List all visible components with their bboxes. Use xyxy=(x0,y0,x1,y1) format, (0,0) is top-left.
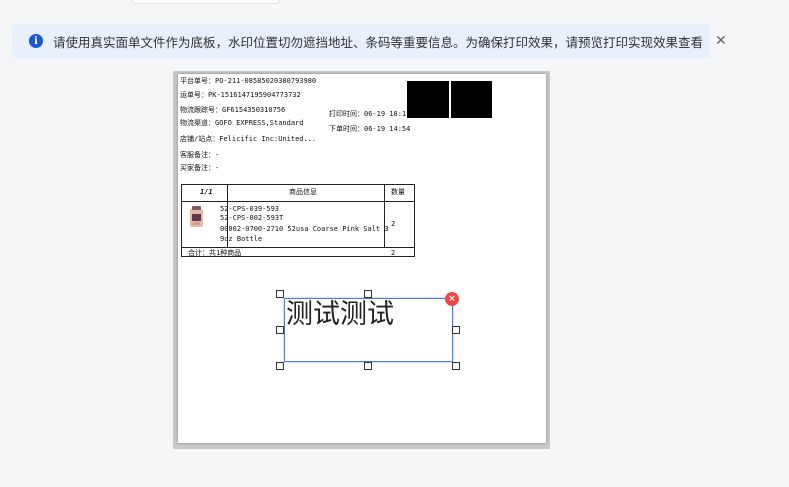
product-sku-2: 52-CPS-002-593T xyxy=(220,214,284,222)
product-image xyxy=(190,206,203,227)
product-qty: 2 xyxy=(391,220,396,228)
shipping-label-paper[interactable]: 平台单号：PO-211-08585020380793980 运单号：PK-151… xyxy=(178,74,546,443)
table-page: 1/1 xyxy=(200,188,213,196)
tracking-no: 物流跟踪号：GF6154350310756 xyxy=(180,106,286,114)
table-total-qty: 2 xyxy=(391,249,396,257)
watermark-text[interactable]: 测试测试 xyxy=(286,299,394,330)
notice-banner: i 请使用真实面单文件作为底板，水印位置切勿遮挡地址、条码等重要信息。为确保打印… xyxy=(12,24,727,58)
table-col-qty: 数量 xyxy=(391,188,405,196)
barcode xyxy=(407,81,492,118)
shop-site: 店铺/站点：Felicific Inc:United... xyxy=(180,135,317,143)
notice-text: 请使用真实面单文件作为底板，水印位置切勿遮挡地址、条码等重要信息。为确保打印效果… xyxy=(53,34,704,50)
resize-handle-right[interactable] xyxy=(452,326,460,334)
goods-table: 1/1 商品信息 数量 52-CPS-039-593 52-CPS-002-59… xyxy=(181,184,415,257)
resize-handle-bottom-right[interactable] xyxy=(452,362,460,370)
product-sku-1: 52-CPS-039-593 xyxy=(220,205,280,213)
delete-watermark-button[interactable]: × xyxy=(445,292,459,306)
order-time: 下单时间：06-19 14:54 xyxy=(329,125,411,133)
product-desc-2: 9oz Bottle xyxy=(220,235,263,243)
resize-handle-top-left[interactable] xyxy=(276,290,284,298)
table-col-product: 商品信息 xyxy=(289,188,317,196)
info-icon: i xyxy=(29,34,43,48)
close-icon[interactable]: ✕ xyxy=(715,34,727,48)
resize-handle-top[interactable] xyxy=(364,290,372,298)
buyer-note: 买家备注：- xyxy=(180,164,220,172)
resize-handle-bottom-left[interactable] xyxy=(276,362,284,370)
service-note: 客服备注：- xyxy=(180,151,220,159)
resize-handle-left[interactable] xyxy=(276,326,284,334)
print-time: 打印时间：06-19 18:1 xyxy=(329,110,407,118)
top-tab[interactable] xyxy=(132,0,280,4)
waybill-no: 运单号：PK-1516147195904773732 xyxy=(180,91,301,99)
table-total: 合计：共1种商品 xyxy=(188,249,242,257)
resize-handle-bottom[interactable] xyxy=(364,362,372,370)
logistics-channel: 物流渠道：GOFO EXPRESS,Standard xyxy=(180,119,304,127)
platform-no: 平台单号：PO-211-08585020380793980 xyxy=(180,77,317,85)
product-desc-1: 00002-0700-2710 52usa Coarse Pink Salt 3 xyxy=(220,225,389,233)
